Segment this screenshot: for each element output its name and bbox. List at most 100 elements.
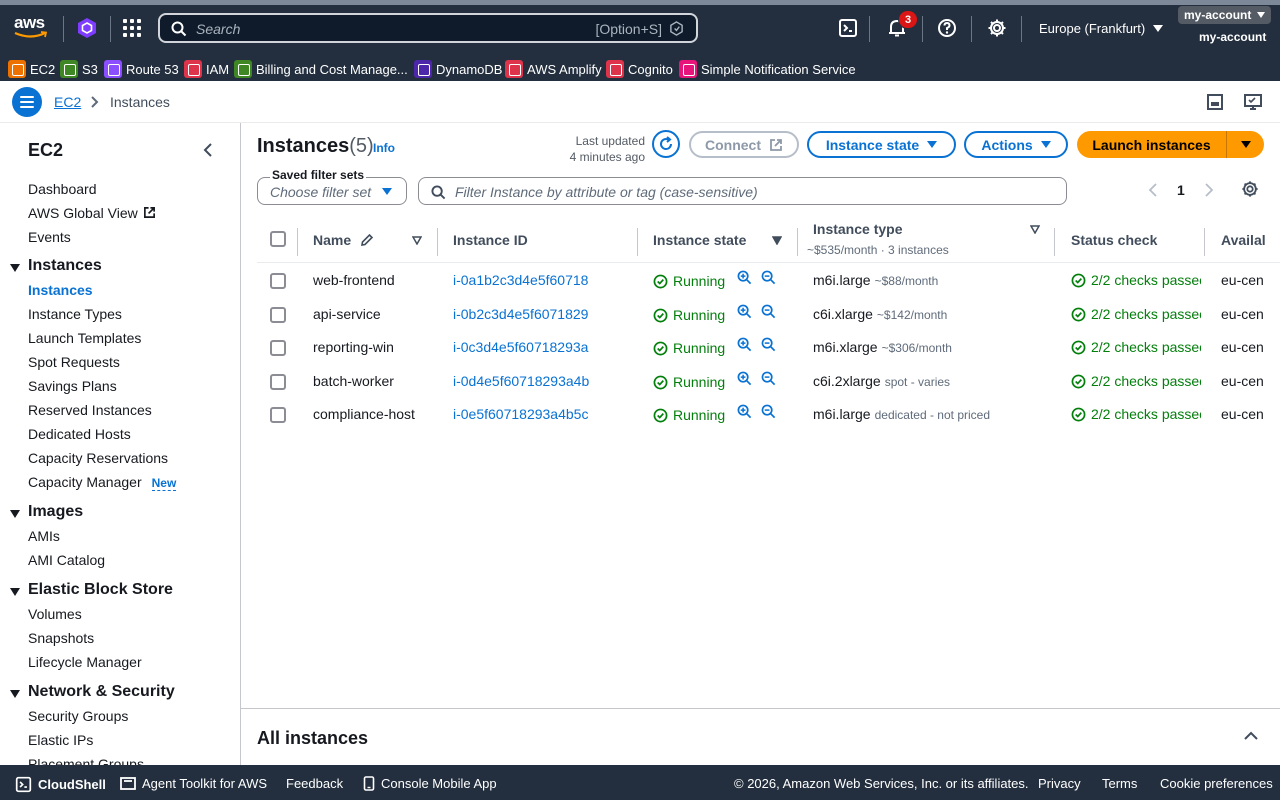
sidebar-item-dashboard[interactable]: Dashboard (28, 181, 97, 197)
services-menu-icon[interactable] (123, 19, 141, 37)
favorite-ec2[interactable]: EC2 (8, 59, 55, 79)
caret-down-icon[interactable] (10, 510, 20, 518)
terms-link[interactable]: Terms (1102, 776, 1137, 791)
favorite-route-53[interactable]: Route 53 (104, 59, 179, 79)
help-icon[interactable] (937, 18, 957, 38)
column-header-instance-state[interactable]: Instance state (653, 232, 746, 274)
account-name[interactable]: my-account (1199, 30, 1266, 44)
cookie-preferences-link[interactable]: Cookie preferences (1160, 776, 1273, 791)
row-checkbox[interactable] (270, 307, 286, 323)
info-link[interactable]: Info (373, 141, 395, 155)
sidebar-item-spot-requests[interactable]: Spot Requests (28, 354, 120, 370)
breadcrumb-ec2-link[interactable]: EC2 (54, 94, 81, 110)
favorite-simple-notification-service[interactable]: Simple Notification Service (679, 59, 856, 79)
sidebar-section-instances[interactable]: Instances (28, 257, 102, 275)
zoom-in-icon[interactable] (737, 270, 752, 285)
instance-id-link[interactable]: i-0d4e5f60718293a4b (453, 373, 589, 389)
favorite-dynamodb[interactable]: DynamoDB (414, 59, 502, 79)
sidebar-item-instance-types[interactable]: Instance Types (28, 306, 122, 322)
sidebar-item-dedicated-hosts[interactable]: Dedicated Hosts (28, 426, 131, 442)
zoom-out-icon[interactable] (761, 270, 776, 285)
aws-logo[interactable]: aws (14, 14, 50, 42)
instance-state-button[interactable]: Instance state (807, 131, 956, 158)
sidebar-item-capacity-manager[interactable]: Capacity Manager New (28, 474, 177, 491)
sidebar-item-amis[interactable]: AMIs (28, 528, 60, 544)
sidebar-item-ami-catalog[interactable]: AMI Catalog (28, 552, 105, 568)
column-header-availability-zone[interactable]: Availal (1221, 232, 1266, 274)
mobile-app-link[interactable]: Console Mobile App (363, 776, 497, 791)
sidebar-item-instances[interactable]: Instances (28, 282, 93, 298)
actions-button[interactable]: Actions (964, 131, 1068, 158)
favorite-aws-amplify[interactable]: AWS Amplify (505, 59, 602, 79)
row-checkbox[interactable] (270, 374, 286, 390)
instance-id-link[interactable]: i-0b2c3d4e5f6071829 (453, 306, 588, 322)
sidebar-item-placement-groups[interactable]: Placement Groups (28, 756, 144, 765)
cloudshell-icon[interactable] (838, 18, 858, 38)
zoom-in-icon[interactable] (737, 304, 752, 319)
sidebar-item-snapshots[interactable]: Snapshots (28, 630, 94, 646)
region-selector[interactable]: Europe (Frankfurt) (1039, 21, 1164, 36)
chevron-right-icon[interactable] (1204, 183, 1214, 197)
launch-options-dropdown[interactable] (1226, 131, 1264, 158)
sidebar-item-lifecycle-manager[interactable]: Lifecycle Manager (28, 654, 142, 670)
caret-down-icon[interactable] (10, 690, 20, 698)
search-input[interactable]: Search [Option+S] (158, 13, 698, 43)
privacy-link[interactable]: Privacy (1038, 776, 1081, 791)
sort-icon[interactable] (1030, 225, 1040, 234)
page-number[interactable]: 1 (1177, 182, 1185, 198)
caret-down-icon[interactable] (10, 588, 20, 596)
cloudshell-button[interactable]: CloudShell (15, 776, 106, 793)
favorite-iam[interactable]: IAM (184, 59, 229, 79)
caret-down-icon[interactable] (10, 264, 20, 272)
account-tag[interactable]: my-account (1178, 6, 1272, 24)
sidebar-item-elastic-ips[interactable]: Elastic IPs (28, 732, 93, 748)
instance-id-link[interactable]: i-0e5f60718293a4b5c (453, 406, 588, 422)
collapse-sidebar-icon[interactable] (202, 143, 214, 157)
instance-id-link[interactable]: i-0c3d4e5f60718293a (453, 339, 588, 355)
sidebar-item-events[interactable]: Events (28, 229, 71, 245)
column-header-instance-type[interactable]: Instance type ~$535/month · 3 instances (807, 221, 949, 263)
sidebar-item-reserved-instances[interactable]: Reserved Instances (28, 402, 152, 418)
sidebar-item-volumes[interactable]: Volumes (28, 606, 82, 622)
feedback-link[interactable]: Feedback (286, 776, 343, 791)
row-checkbox[interactable] (270, 273, 286, 289)
sort-icon[interactable] (412, 236, 422, 245)
sidebar-item-savings-plans[interactable]: Savings Plans (28, 378, 117, 394)
chevron-left-icon[interactable] (1148, 183, 1158, 197)
zoom-in-icon[interactable] (737, 404, 752, 419)
chevron-up-icon[interactable] (1244, 731, 1258, 741)
tools-panel-icon[interactable] (1243, 92, 1263, 112)
zoom-out-icon[interactable] (761, 371, 776, 386)
favorite-cognito[interactable]: Cognito (606, 59, 673, 79)
select-all-checkbox[interactable] (270, 231, 286, 247)
filter-input[interactable]: Filter Instance by attribute or tag (cas… (418, 177, 1067, 205)
column-header-name[interactable]: Name (313, 232, 374, 274)
zoom-in-icon[interactable] (737, 337, 752, 352)
agent-toolkit-link[interactable]: Agent Toolkit for AWS (120, 776, 267, 791)
settings-gear-icon[interactable] (987, 18, 1007, 38)
instance-id-link[interactable]: i-0a1b2c3d4e5f60718 (453, 272, 588, 288)
zoom-in-icon[interactable] (737, 371, 752, 386)
row-checkbox[interactable] (270, 340, 286, 356)
table-settings-gear-icon[interactable] (1241, 180, 1259, 198)
zoom-out-icon[interactable] (761, 337, 776, 352)
column-header-instance-id[interactable]: Instance ID (453, 232, 528, 274)
favorite-billing-and-cost-manage[interactable]: Billing and Cost Manage... (234, 59, 408, 79)
sort-icon[interactable] (772, 236, 782, 245)
sidebar-section-network-security[interactable]: Network & Security (28, 683, 175, 701)
navigation-menu-button[interactable] (12, 87, 42, 117)
sidebar-item-aws-global-view[interactable]: AWS Global View (28, 205, 156, 221)
sidebar-item-capacity-reservations[interactable]: Capacity Reservations (28, 450, 168, 466)
zoom-out-icon[interactable] (761, 404, 776, 419)
sidebar-section-elastic-block-store[interactable]: Elastic Block Store (28, 581, 173, 599)
row-checkbox[interactable] (270, 407, 286, 423)
split-panel-icon[interactable] (1206, 93, 1224, 111)
favorite-s3[interactable]: S3 (60, 59, 98, 79)
refresh-button[interactable] (652, 130, 680, 158)
zoom-out-icon[interactable] (761, 304, 776, 319)
sidebar-item-launch-templates[interactable]: Launch Templates (28, 330, 141, 346)
sidebar-section-images[interactable]: Images (28, 503, 83, 521)
launch-instances-button[interactable]: Launch instances (1077, 131, 1226, 158)
amazon-q-icon[interactable] (76, 17, 98, 39)
connect-button[interactable]: Connect (689, 131, 799, 158)
